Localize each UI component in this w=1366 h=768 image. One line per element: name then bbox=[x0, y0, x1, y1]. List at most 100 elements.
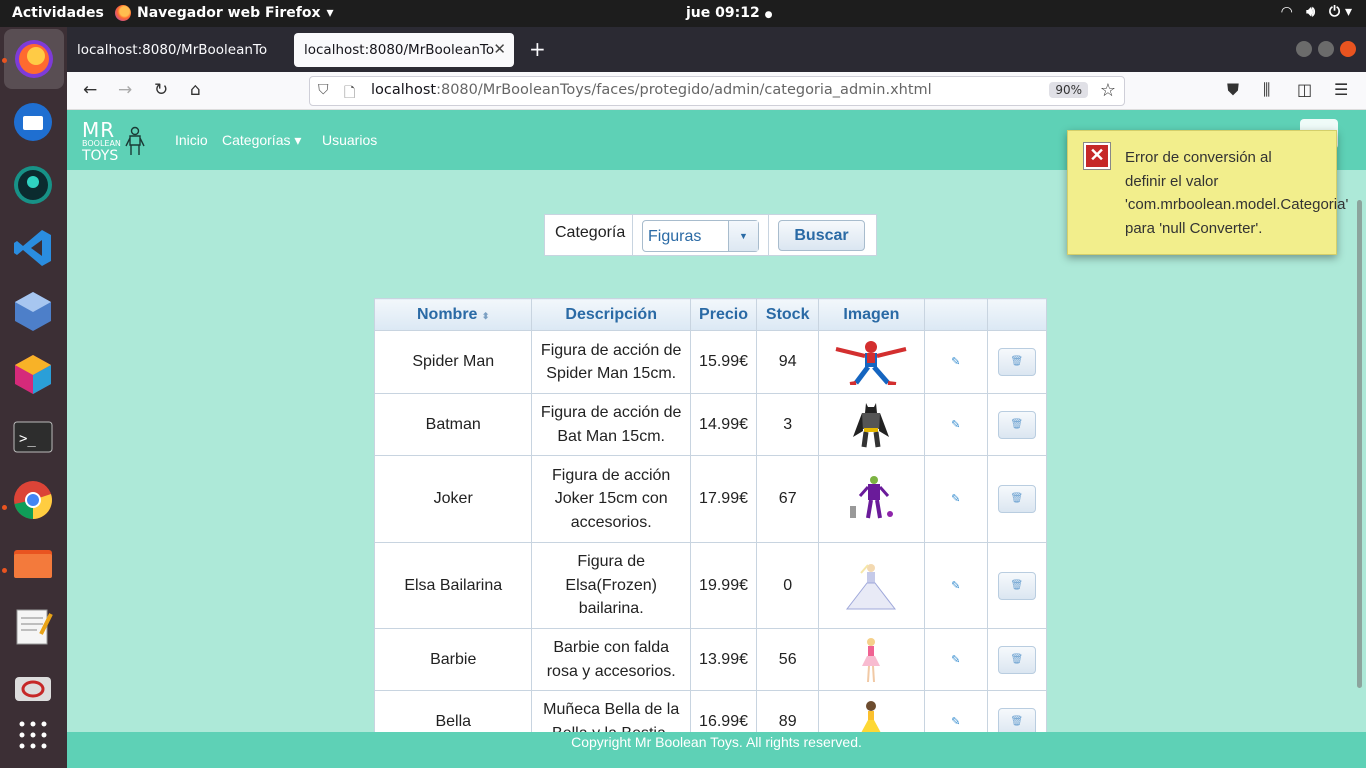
category-select[interactable]: Figuras ▼ bbox=[642, 220, 759, 252]
system-tray[interactable]: ◠ 🔊︎ ⏻ ▾ bbox=[1281, 4, 1352, 20]
dock-gitkraken[interactable] bbox=[9, 161, 57, 209]
app-menu[interactable]: Navegador web Firefox ▾ bbox=[115, 5, 334, 21]
close-window-button[interactable] bbox=[1340, 41, 1356, 57]
minimize-button[interactable] bbox=[1296, 41, 1312, 57]
elsa-image bbox=[846, 563, 897, 609]
delete-trash-button[interactable]: 🗑︎ bbox=[997, 645, 1036, 674]
edit-pencil-icon[interactable]: ✎ bbox=[951, 654, 960, 666]
chrome-icon bbox=[14, 481, 52, 519]
library-icon[interactable]: ⫼ bbox=[1263, 80, 1270, 100]
cell-precio: 17.99€ bbox=[689, 455, 758, 543]
edit-pencil-icon[interactable]: ✎ bbox=[951, 580, 960, 592]
dock-remote-app[interactable] bbox=[9, 665, 57, 713]
search-button[interactable]: Buscar bbox=[778, 220, 865, 251]
col-nombre[interactable]: Nombre ⬍ bbox=[373, 298, 533, 331]
forward-icon[interactable]: → bbox=[118, 80, 132, 100]
clock-label: jue 09:12 bbox=[686, 5, 760, 21]
shield-icon[interactable]: ⛉ bbox=[318, 82, 329, 98]
page-scrollbar[interactable] bbox=[1357, 200, 1362, 688]
tab-2-active[interactable]: localhost:8080/MrBooleanTo ✕ bbox=[294, 33, 514, 67]
cell-delete: 🗑︎ bbox=[986, 330, 1048, 394]
cell-imagen bbox=[818, 393, 925, 456]
dock-files[interactable] bbox=[9, 539, 57, 587]
show-apps-button[interactable] bbox=[9, 711, 57, 759]
delete-trash-button[interactable]: 🗑︎ bbox=[997, 348, 1036, 376]
chevron-down-icon[interactable]: ▼ bbox=[728, 221, 758, 251]
tab-title: localhost:8080/MrBooleanTo bbox=[77, 42, 268, 58]
col-nombre-label: Nombre bbox=[417, 305, 478, 323]
cell-imagen bbox=[818, 330, 925, 394]
divider bbox=[632, 215, 633, 255]
cell-nombre: Barbie bbox=[373, 628, 533, 691]
category-filter: Categoría Figuras ▼ Buscar bbox=[544, 214, 877, 256]
sort-icon[interactable]: ⬍ bbox=[482, 311, 490, 321]
dock-terminal[interactable]: >_ bbox=[9, 413, 57, 461]
sidebar-icon[interactable]: ◫ bbox=[1297, 80, 1312, 99]
nav-usuarios[interactable]: Usuarios bbox=[322, 132, 377, 148]
site-logo[interactable]: MR BOOLEAN TOYS bbox=[82, 120, 121, 164]
nav-categorias[interactable]: Categorías ▾ bbox=[222, 132, 301, 149]
page-icon[interactable]: 🗋︎ bbox=[344, 82, 355, 106]
table-row: Barbie Barbie con falda rosa y accesorio… bbox=[373, 628, 1048, 691]
bookmark-star-icon[interactable]: ☆ bbox=[1100, 80, 1116, 101]
cell-edit: ✎ bbox=[923, 628, 988, 691]
cell-edit: ✎ bbox=[923, 455, 988, 543]
gitkraken-icon bbox=[14, 166, 52, 204]
zoom-indicator[interactable]: 90% bbox=[1049, 82, 1088, 98]
window-controls bbox=[1296, 41, 1356, 57]
running-indicator bbox=[2, 58, 7, 63]
delete-trash-button[interactable]: 🗑︎ bbox=[997, 410, 1036, 439]
table-row: Batman Figura de acción de Bat Man 15cm.… bbox=[373, 393, 1048, 456]
dock-chrome[interactable] bbox=[9, 476, 57, 524]
category-select-value: Figuras bbox=[648, 228, 702, 245]
logo-toys: TOYS bbox=[82, 148, 119, 164]
cell-precio: 14.99€ bbox=[689, 393, 758, 456]
running-indicator bbox=[2, 505, 7, 510]
dock-vscode[interactable] bbox=[9, 224, 57, 272]
tab-title: localhost:8080/MrBooleanTo bbox=[304, 42, 495, 58]
new-tab-button[interactable]: + bbox=[529, 37, 546, 61]
cell-edit: ✎ bbox=[923, 330, 988, 394]
nav-inicio[interactable]: Inicio bbox=[175, 132, 208, 148]
edit-pencil-icon[interactable]: ✎ bbox=[951, 716, 960, 728]
edit-pencil-icon[interactable]: ✎ bbox=[951, 419, 960, 431]
cell-edit: ✎ bbox=[923, 393, 988, 456]
dock-text-editor[interactable] bbox=[9, 602, 57, 650]
cell-stock: 56 bbox=[756, 628, 820, 691]
netbeans-icon bbox=[15, 355, 51, 394]
col-stock: Stock bbox=[756, 298, 820, 331]
barbie-image bbox=[862, 637, 881, 682]
clock[interactable]: jue 09:12 ● bbox=[686, 5, 772, 21]
menu-icon[interactable]: ☰ bbox=[1334, 80, 1348, 99]
dock-virtualbox[interactable] bbox=[9, 287, 57, 335]
tab-1[interactable]: localhost:8080/MrBooleanTo bbox=[67, 33, 287, 67]
back-icon[interactable]: ← bbox=[83, 80, 97, 100]
cell-stock: 0 bbox=[756, 542, 820, 629]
products-table: Nombre ⬍ Descripción Precio Stock Imagen… bbox=[373, 298, 1048, 753]
dock-thunderbird[interactable] bbox=[9, 98, 57, 146]
category-label: Categoría bbox=[555, 224, 626, 241]
cell-nombre: Batman bbox=[373, 393, 533, 456]
delete-trash-button[interactable]: 🗑︎ bbox=[997, 571, 1036, 600]
dock-netbeans[interactable] bbox=[9, 350, 57, 398]
delete-trash-button[interactable]: 🗑︎ bbox=[997, 485, 1036, 513]
home-icon[interactable]: ⌂ bbox=[190, 80, 201, 100]
cell-delete: 🗑︎ bbox=[986, 455, 1048, 543]
edit-pencil-icon[interactable]: ✎ bbox=[951, 493, 960, 505]
cell-nombre: Joker bbox=[373, 455, 533, 543]
joker-image bbox=[850, 476, 894, 519]
reload-icon[interactable]: ↻ bbox=[154, 80, 168, 100]
activities-button[interactable]: Actividades bbox=[12, 5, 104, 21]
firefox-window: localhost:8080/MrBooleanTo localhost:808… bbox=[67, 27, 1366, 768]
dock-firefox[interactable] bbox=[4, 29, 64, 89]
cell-stock: 67 bbox=[756, 455, 820, 543]
url-bar[interactable]: ⛉ 🗋︎ localhost:8080/MrBooleanToys/faces/… bbox=[309, 76, 1125, 106]
cell-edit: ✎ bbox=[923, 542, 988, 629]
pocket-icon[interactable]: ⛊ bbox=[1227, 80, 1239, 100]
close-tab-icon[interactable]: ✕ bbox=[493, 40, 506, 58]
maximize-button[interactable] bbox=[1318, 41, 1334, 57]
site-footer: Copyright Mr Boolean Toys. All rights re… bbox=[67, 732, 1366, 768]
error-notification[interactable]: ✕ Error de conversión al definir el valo… bbox=[1067, 130, 1348, 255]
vscode-icon bbox=[14, 230, 51, 266]
edit-pencil-icon[interactable]: ✎ bbox=[951, 356, 960, 368]
